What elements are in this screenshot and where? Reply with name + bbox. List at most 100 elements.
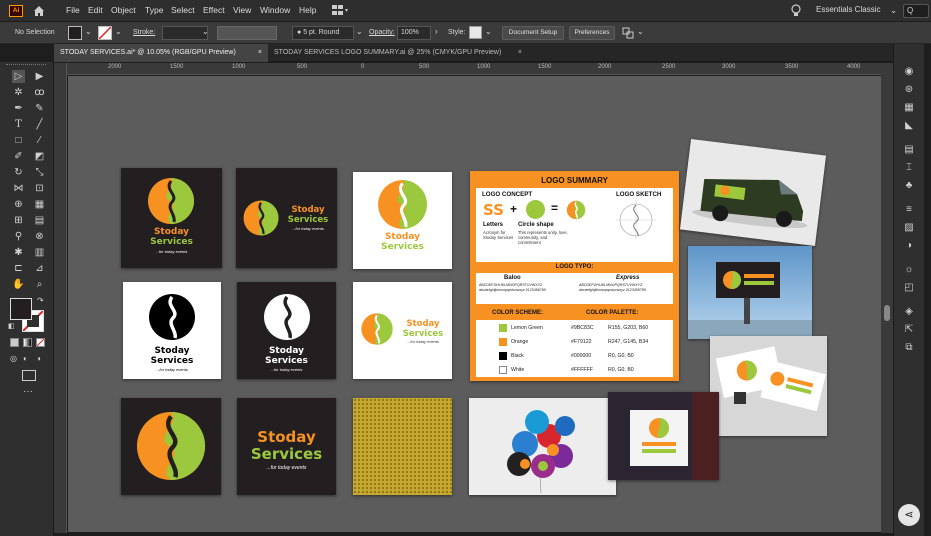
eraser-tool-icon[interactable]: ◩ xyxy=(33,150,46,163)
rectangle-tool-icon[interactable]: □ xyxy=(12,134,25,147)
line-segment-tool-icon[interactable]: ╱ xyxy=(33,118,46,131)
zoom-tool-icon[interactable]: ⌕ xyxy=(33,278,46,291)
arrange-documents-icon[interactable] xyxy=(332,5,350,16)
stroke-panel-icon[interactable]: ≡ xyxy=(902,204,916,216)
scale-tool-icon[interactable]: ⤡ xyxy=(33,166,46,179)
selection-tool-icon[interactable]: ▷ xyxy=(12,70,25,83)
tab-stoday-services[interactable]: STODAY SERVICES.ai* @ 10.05% (RGB/GPU Pr… xyxy=(54,44,268,62)
menu-object[interactable]: Object xyxy=(111,5,136,15)
mockup-balloons-image[interactable] xyxy=(469,398,616,495)
mockup-billboard-image[interactable] xyxy=(688,246,812,339)
menu-window[interactable]: Window xyxy=(260,5,290,15)
menu-file[interactable]: File xyxy=(66,5,80,15)
properties-panel-icon[interactable]: ▤ xyxy=(902,144,916,156)
scrollbar-thumb[interactable] xyxy=(884,305,890,321)
arrange-icon[interactable] xyxy=(622,27,636,39)
brush-definition[interactable]: ● 5 pt. Round xyxy=(292,26,354,40)
mockup-business-card-image[interactable] xyxy=(710,336,827,436)
variable-width-field[interactable] xyxy=(217,26,277,40)
menu-select[interactable]: Select xyxy=(171,5,195,15)
layers-panel-icon[interactable]: ◈ xyxy=(902,306,916,318)
column-graph-tool-icon[interactable]: ▥ xyxy=(33,246,46,259)
hand-tool-icon[interactable]: ✋ xyxy=(12,278,25,291)
color-panel-icon[interactable]: ◉ xyxy=(902,66,916,78)
artboard-logo-dark-stacked[interactable]: Stoday Services ...for today events xyxy=(121,168,222,268)
opacity-label[interactable]: Opacity: xyxy=(369,29,395,36)
close-icon[interactable]: × xyxy=(258,44,262,62)
draw-behind-icon[interactable]: ◐ xyxy=(23,354,28,363)
color-guide-icon[interactable]: ⊛ xyxy=(902,84,916,96)
canvas[interactable]: Stoday Services ...for today events Stod… xyxy=(68,76,881,532)
artboard-logo-mark-only[interactable] xyxy=(121,398,221,495)
perspective-grid-tool-icon[interactable]: ▦ xyxy=(33,198,46,211)
home-icon[interactable] xyxy=(32,4,46,18)
width-tool-icon[interactable]: ⋈ xyxy=(12,182,25,195)
lasso-tool-icon[interactable]: ꝏ xyxy=(33,86,46,99)
preferences-button[interactable]: Preferences xyxy=(569,26,615,40)
brush-chevron-icon[interactable]: ⌄ xyxy=(356,27,363,36)
rotate-tool-icon[interactable]: ↻ xyxy=(12,166,25,179)
menu-effect[interactable]: Effect xyxy=(203,5,225,15)
workspace-switcher[interactable]: Essentials Classic xyxy=(816,5,880,14)
style-chevron-icon[interactable]: ⌄ xyxy=(485,27,492,36)
gradient-panel-icon[interactable]: ▨ xyxy=(902,222,916,234)
opacity-field[interactable]: 100% xyxy=(397,26,431,40)
arrange-chevron-icon[interactable]: ⌄ xyxy=(637,27,644,36)
artboard-wordmark-only[interactable]: Stoday Services ...for today events xyxy=(237,398,336,495)
gradient-tool-icon[interactable]: ▤ xyxy=(33,214,46,227)
fill-chevron-icon[interactable]: ⌄ xyxy=(85,27,92,36)
eyedropper-tool-icon[interactable]: ⚲ xyxy=(12,230,25,243)
draw-mode-icon[interactable]: ◎ xyxy=(10,354,17,363)
gradient-mode-icon[interactable] xyxy=(23,338,32,347)
screen-mode-icon[interactable] xyxy=(22,370,36,381)
transparency-panel-icon[interactable]: ◑ xyxy=(902,240,916,252)
swatches-panel-icon[interactable]: ▦ xyxy=(902,102,916,114)
shaper-tool-icon[interactable]: ✐ xyxy=(12,150,25,163)
artboard-logo-summary[interactable]: LOGO SUMMARY LOGO CONCEPT LOGO SKETCH SS… xyxy=(470,171,679,381)
artboards-panel-icon[interactable]: ⧉ xyxy=(902,342,916,354)
document-setup-button[interactable]: Document Setup xyxy=(502,26,564,40)
artboard-logo-dark-horizontal[interactable]: Stoday Services ...for today events xyxy=(236,168,337,268)
menu-view[interactable]: View xyxy=(233,5,251,15)
paintbrush-tool-icon[interactable]: ⁄ xyxy=(33,134,46,147)
artboard-logo-dark-bw[interactable]: Stoday Services ...for today events xyxy=(237,282,336,379)
default-fill-stroke-icon[interactable]: ◧ xyxy=(8,322,15,330)
blend-tool-icon[interactable]: ⊗ xyxy=(33,230,46,243)
mesh-tool-icon[interactable]: ⊞ xyxy=(12,214,25,227)
mockup-van-image[interactable] xyxy=(679,139,827,246)
brushes-panel-icon[interactable]: ⌶ xyxy=(902,162,916,174)
pen-tool-icon[interactable]: ✒ xyxy=(12,102,25,115)
artboard-logo-white-stacked[interactable]: Stoday Services xyxy=(353,172,452,269)
none-mode-icon[interactable] xyxy=(36,338,45,347)
menu-type[interactable]: Type xyxy=(145,5,163,15)
lightbulb-icon[interactable] xyxy=(790,4,802,18)
vertical-scrollbar[interactable] xyxy=(881,63,893,533)
type-tool-icon[interactable]: T xyxy=(12,118,25,131)
vertical-ruler[interactable] xyxy=(54,63,67,533)
stroke-swatch[interactable] xyxy=(98,26,112,40)
free-transform-tool-icon[interactable]: ⊡ xyxy=(33,182,46,195)
fill-color-box[interactable] xyxy=(10,298,32,320)
share-icon[interactable]: ⋖ xyxy=(898,504,920,526)
artboard-logo-white-horizontal[interactable]: Stoday Services ...for today events xyxy=(353,282,452,379)
graphic-styles-icon[interactable]: ◰ xyxy=(902,282,916,294)
style-swatch[interactable] xyxy=(469,26,482,39)
direct-selection-tool-icon[interactable]: ▶ xyxy=(33,70,46,83)
magic-wand-tool-icon[interactable]: ✲ xyxy=(12,86,25,99)
app-logo[interactable]: Ai xyxy=(9,5,23,17)
swap-fill-stroke-icon[interactable]: ↷ xyxy=(37,296,44,305)
mockup-signboard-image[interactable] xyxy=(608,392,719,480)
curvature-tool-icon[interactable]: ✎ xyxy=(33,102,46,115)
symbols-panel-icon[interactable]: ♣ xyxy=(902,180,916,192)
toolbar-grip[interactable] xyxy=(6,64,46,67)
stroke-profile-chevron-icon[interactable]: ⌄ xyxy=(202,27,209,36)
draw-inside-icon[interactable]: ◑ xyxy=(36,354,41,363)
symbol-sprayer-tool-icon[interactable]: ✱ xyxy=(12,246,25,259)
appearance-panel-icon[interactable]: ☼ xyxy=(902,264,916,276)
workspace-chevron-icon[interactable]: ⌄ xyxy=(890,5,897,16)
search-box[interactable]: Q xyxy=(903,4,929,18)
color-mode-icon[interactable] xyxy=(10,338,19,347)
menu-edit[interactable]: Edit xyxy=(88,5,103,15)
opacity-arrow-icon[interactable]: › xyxy=(435,27,438,36)
artboard-pattern[interactable] xyxy=(353,398,452,495)
